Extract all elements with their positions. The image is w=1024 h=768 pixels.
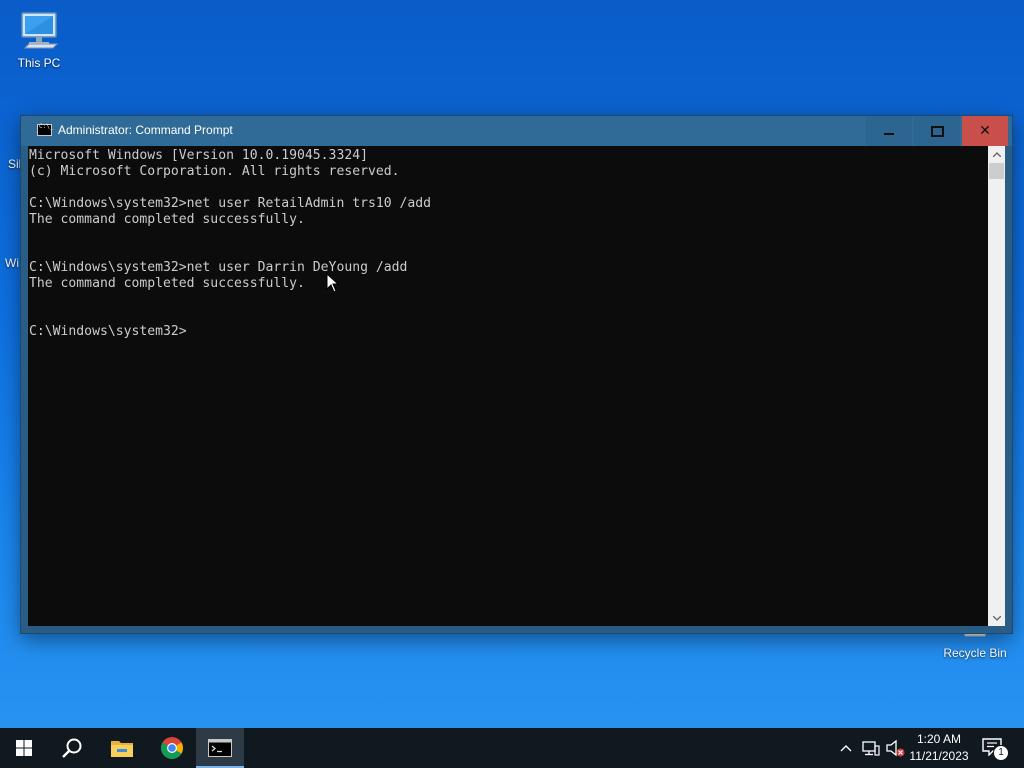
console-line: (c) Microsoft Corporation. All rights re… — [29, 164, 400, 179]
window-title: Administrator: Command Prompt — [58, 123, 233, 137]
taskbar-command-prompt[interactable] — [196, 728, 244, 768]
desktop-icon-label: This PC — [17, 56, 61, 70]
console-output[interactable]: Microsoft Windows [Version 10.0.19045.33… — [28, 146, 988, 626]
folder-icon — [111, 741, 133, 757]
console-line: C:\Windows\system32>net user Darrin DeYo… — [29, 260, 408, 275]
chrome-icon — [161, 737, 183, 759]
desktop-icon-this-pc[interactable]: This PC — [3, 10, 75, 70]
maximize-icon — [930, 125, 944, 137]
console-line: The command completed successfully. — [29, 276, 305, 291]
desktop-icon-label: Recycle Bin — [943, 646, 1007, 660]
cmd-icon — [208, 739, 232, 757]
notification-count-badge: 1 — [993, 745, 1009, 761]
desktop-icon-label-partial: Wi — [5, 256, 19, 270]
scroll-up-button[interactable] — [988, 146, 1005, 162]
console-prompt[interactable]: C:\Windows\system32> — [29, 324, 988, 340]
system-clock[interactable]: 1:20 AM 11/21/2023 — [905, 731, 973, 765]
close-button[interactable]: ✕ — [962, 116, 1008, 146]
minimize-icon — [884, 133, 894, 135]
maximize-button[interactable] — [914, 116, 960, 146]
mouse-pointer-icon — [326, 273, 340, 293]
console-line: The command completed successfully. — [29, 212, 305, 227]
chevron-up-icon — [992, 151, 1001, 157]
network-icon[interactable] — [862, 738, 880, 758]
scroll-down-button[interactable] — [988, 610, 1005, 626]
vertical-scrollbar[interactable] — [988, 146, 1005, 626]
clock-date: 11/21/2023 — [909, 749, 969, 763]
search-button[interactable] — [48, 728, 96, 768]
close-icon: ✕ — [979, 123, 991, 139]
cmd-icon — [37, 123, 53, 136]
clock-time: 1:20 AM — [916, 732, 962, 746]
search-icon — [62, 738, 82, 758]
taskbar: 1:20 AM 11/21/2023 1 — [0, 728, 1024, 768]
desktop-icon-label-partial: Sil — [8, 157, 22, 171]
computer-icon — [21, 12, 59, 49]
console-line: Microsoft Windows [Version 10.0.19045.33… — [29, 148, 368, 163]
scrollbar-thumb[interactable] — [989, 163, 1004, 179]
console-line: C:\Windows\system32>net user RetailAdmin… — [29, 196, 432, 211]
minimize-button[interactable] — [866, 116, 912, 146]
command-prompt-window: Administrator: Command Prompt ✕ Microsof… — [21, 116, 1012, 633]
volume-muted-icon[interactable] — [885, 738, 905, 758]
chevron-down-icon — [992, 615, 1001, 621]
show-hidden-icons-button[interactable] — [838, 738, 854, 758]
taskbar-file-explorer[interactable] — [98, 728, 146, 768]
taskbar-chrome[interactable] — [148, 728, 196, 768]
title-bar[interactable]: Administrator: Command Prompt ✕ — [21, 116, 1012, 146]
windows-logo-icon — [16, 740, 32, 756]
start-button[interactable] — [0, 728, 48, 768]
action-center-button[interactable]: 1 — [980, 736, 1010, 761]
